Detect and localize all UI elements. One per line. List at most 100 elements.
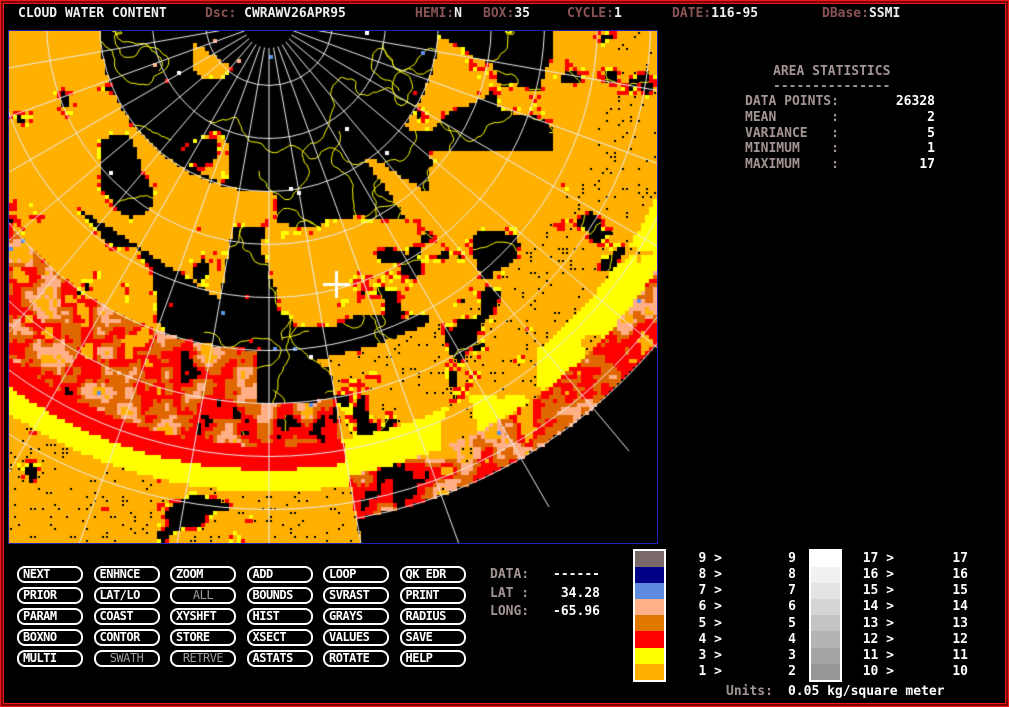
button-help[interactable]: HELP xyxy=(400,650,466,667)
legend-threshold: 15 > xyxy=(862,583,894,599)
readout-row: DATA:------ xyxy=(490,566,600,585)
legend-row: 1 >2 xyxy=(690,664,800,680)
button-loop[interactable]: LOOP xyxy=(323,566,389,583)
title-field-value: SSMI xyxy=(869,6,900,21)
legend-swatch xyxy=(635,631,664,647)
button-contor[interactable]: CONTOR xyxy=(94,629,160,646)
title-field: BOX:35 xyxy=(483,6,530,21)
legend-value: 6 xyxy=(748,599,796,615)
title-field-label: CYCLE: xyxy=(567,6,614,21)
legend-value: 11 xyxy=(920,648,968,664)
button-next[interactable]: NEXT xyxy=(17,566,83,583)
title-field-label: Dsc: xyxy=(205,6,244,21)
color-legend-labels: 9 >98 >87 >76 >65 >54 >43 >31 >2 xyxy=(690,551,800,680)
stat-value: 17 xyxy=(839,157,935,173)
legend-row: 3 > 3 xyxy=(690,648,800,664)
button-all[interactable]: ALL xyxy=(170,587,236,604)
button-values[interactable]: VALUES xyxy=(323,629,389,646)
legend-threshold: 3 > xyxy=(690,648,722,664)
button-hist[interactable]: HIST xyxy=(247,608,313,625)
button-lat-lo[interactable]: LAT/LO xyxy=(94,587,160,604)
stat-row: MEAN :2 xyxy=(745,110,935,126)
button-rotate[interactable]: ROTATE xyxy=(323,650,389,667)
map-frame xyxy=(8,30,658,544)
stat-row: DATA POINTS:26328 xyxy=(745,94,935,110)
title-field-value: 1 xyxy=(614,6,622,21)
legend-row: 16 >16 xyxy=(862,567,972,583)
title-field-value: N xyxy=(454,6,462,21)
legend-row: 9 >9 xyxy=(690,551,800,567)
button-retrve[interactable]: RETRVE xyxy=(170,650,236,667)
title-field-value: 35 xyxy=(514,6,530,21)
title-field: DATE:116-95 xyxy=(672,6,758,21)
legend-threshold: 13 > xyxy=(862,616,894,632)
title-field: DBase:SSMI xyxy=(822,6,900,21)
stat-label: MEAN : xyxy=(745,110,839,126)
units-value: 0.05 kg/square meter xyxy=(788,684,945,699)
legend-value: 17 xyxy=(920,551,968,567)
legend-value: 4 xyxy=(748,632,796,648)
legend-row: 14 >14 xyxy=(862,599,972,615)
legend-swatch xyxy=(811,583,840,599)
button-enhnce[interactable]: ENHNCE xyxy=(94,566,160,583)
readout-value: -65.96 xyxy=(542,603,600,622)
readout-value: 34.28 xyxy=(542,585,600,604)
button-xyshft[interactable]: XYSHFT xyxy=(170,608,236,625)
button-store[interactable]: STORE xyxy=(170,629,236,646)
stat-value: 5 xyxy=(839,126,935,142)
legend-value: 12 xyxy=(920,632,968,648)
button-multi[interactable]: MULTI xyxy=(17,650,83,667)
legend-row: 17 >17 xyxy=(862,551,972,567)
legend-swatch xyxy=(811,567,840,583)
title-field: CYCLE:1 xyxy=(567,6,622,21)
button-print[interactable]: PRINT xyxy=(400,587,466,604)
legend-swatch xyxy=(811,648,840,664)
legend-row: 4 >4 xyxy=(690,632,800,648)
legend-value: 13 xyxy=(920,616,968,632)
title-field: HEMI:N xyxy=(415,6,462,21)
button-save[interactable]: SAVE xyxy=(400,629,466,646)
units-line: Units:0.05 kg/square meter xyxy=(726,684,945,699)
stat-label: MINIMUM : xyxy=(745,141,839,157)
stat-label: VARIANCE : xyxy=(745,126,839,142)
legend-value: 2 xyxy=(748,664,796,680)
legend-swatch xyxy=(811,631,840,647)
legend-swatch xyxy=(635,648,664,664)
stat-value: 1 xyxy=(839,141,935,157)
button-zoom[interactable]: ZOOM xyxy=(170,566,236,583)
title-field: Dsc: CWRAWV26APR95 xyxy=(205,6,346,21)
button-radius[interactable]: RADIUS xyxy=(400,608,466,625)
legend-swatch xyxy=(811,599,840,615)
button-boxno[interactable]: BOXNO xyxy=(17,629,83,646)
legend-swatch xyxy=(811,551,840,567)
button-svrast[interactable]: SVRAST xyxy=(323,587,389,604)
stat-value: 26328 xyxy=(839,94,935,110)
button-swath[interactable]: SWATH xyxy=(94,650,160,667)
stat-row: MAXIMUM :17 xyxy=(745,157,935,173)
button-add[interactable]: ADD xyxy=(247,566,313,583)
button-coast[interactable]: COAST xyxy=(94,608,160,625)
legend-value: 16 xyxy=(920,567,968,583)
legend-row: 10 >10 xyxy=(862,664,972,680)
button-grays[interactable]: GRAYS xyxy=(323,608,389,625)
legend-row: 13 > 13 xyxy=(862,616,972,632)
button-prior[interactable]: PRIOR xyxy=(17,587,83,604)
legend-value: 3 xyxy=(748,648,796,664)
button-qk-edr[interactable]: QK EDR xyxy=(400,566,466,583)
button-bounds[interactable]: BOUNDS xyxy=(247,587,313,604)
button-param[interactable]: PARAM xyxy=(17,608,83,625)
title-field-value: CWRAWV26APR95 xyxy=(244,6,346,21)
legend-row: 7 >7 xyxy=(690,583,800,599)
legend-row: 6 > 6 xyxy=(690,599,800,615)
cursor-readout: DATA:------LAT :34.28LONG:-65.96 xyxy=(490,566,600,622)
button-xsect[interactable]: XSECT xyxy=(247,629,313,646)
button-astats[interactable]: ASTATS xyxy=(247,650,313,667)
legend-threshold: 9 > xyxy=(690,551,722,567)
legend-swatch xyxy=(811,664,840,680)
map-canvas[interactable] xyxy=(9,31,657,543)
color-legend-bar xyxy=(633,549,666,682)
legend-swatch xyxy=(811,615,840,631)
legend-swatch xyxy=(635,583,664,599)
legend-swatch xyxy=(635,615,664,631)
legend-threshold: 6 > xyxy=(690,599,722,615)
